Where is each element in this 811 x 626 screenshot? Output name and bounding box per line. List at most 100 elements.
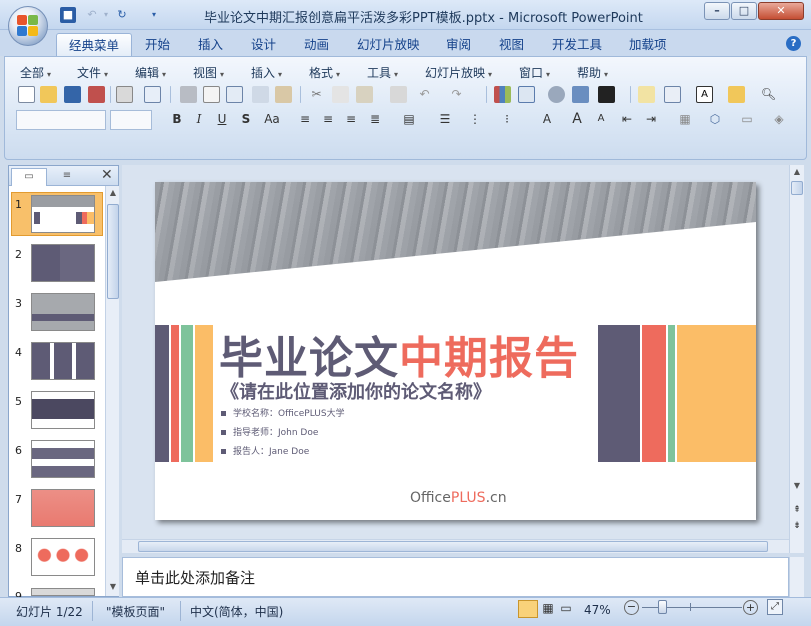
info-advisor[interactable]: 指导老师：John Doe <box>221 425 318 438</box>
slide-canvas[interactable]: 毕业论文中期报告 《请在此位置添加你的论文名称》 学校名称：OfficePLUS… <box>155 182 756 520</box>
font-color-icon[interactable]: A <box>538 110 556 128</box>
tab-addins[interactable]: 加载项 <box>617 33 679 56</box>
folder-icon[interactable] <box>728 86 745 103</box>
menu-tools[interactable]: 工具 ▾ <box>367 64 398 81</box>
notes-scrollbar[interactable] <box>789 557 804 597</box>
info-reporter[interactable]: 报告人：Jane Doe <box>221 444 309 457</box>
cut-icon[interactable]: ✂ <box>308 86 325 103</box>
align-left-icon[interactable]: ≡ <box>296 110 314 128</box>
research-icon[interactable] <box>275 86 292 103</box>
change-case-button[interactable]: Aa <box>260 110 284 128</box>
redo-icon[interactable]: ↻ <box>114 7 130 23</box>
close-panel-icon[interactable]: ✕ <box>101 167 113 183</box>
scroll-up-icon[interactable]: ▲ <box>791 167 803 179</box>
tab-developer[interactable]: 开发工具 <box>540 33 614 56</box>
copy-icon[interactable] <box>332 86 349 103</box>
tab-classic-menu[interactable]: 经典菜单 <box>56 33 133 56</box>
office-button[interactable] <box>8 6 48 46</box>
underline-button[interactable]: U <box>213 110 231 128</box>
close-button[interactable]: ✕ <box>758 2 804 20</box>
menu-slideshow[interactable]: 幻灯片放映 ▾ <box>425 64 492 81</box>
menu-view[interactable]: 视图 ▾ <box>193 64 224 81</box>
scroll-thumb[interactable] <box>138 541 768 552</box>
shapes-icon[interactable]: ⬡ <box>706 110 724 128</box>
print-preview-icon[interactable] <box>116 86 133 103</box>
slideshow-view-icon[interactable]: ▭ <box>558 601 574 617</box>
find-icon[interactable]: 🔍︎ <box>760 86 777 103</box>
shrink-font-button[interactable]: A <box>592 110 610 128</box>
maximize-button[interactable]: □ <box>731 2 757 20</box>
open-icon[interactable] <box>40 86 57 103</box>
arrange-icon[interactable]: ▦ <box>676 110 694 128</box>
decrease-indent-icon[interactable]: ⇤ <box>618 110 636 128</box>
format-painter-icon[interactable] <box>390 86 407 103</box>
fill-color-icon[interactable] <box>598 86 615 103</box>
help-icon[interactable]: ? <box>786 36 801 51</box>
menu-file[interactable]: 文件 ▾ <box>77 64 108 81</box>
slide-title[interactable]: 毕业论文中期报告 <box>219 322 579 386</box>
zoom-slider-thumb[interactable] <box>658 600 667 614</box>
font-size-select[interactable] <box>110 110 152 130</box>
layout-icon[interactable] <box>226 86 243 103</box>
menu-all[interactable]: 全部 ▾ <box>20 64 51 81</box>
paste-icon[interactable] <box>356 86 373 103</box>
line-spacing-icon[interactable]: ☰ <box>436 110 454 128</box>
zoom-out-icon[interactable]: − <box>624 600 639 615</box>
new-slide-icon[interactable] <box>638 86 655 103</box>
menu-help[interactable]: 帮助 ▾ <box>577 64 608 81</box>
print-icon[interactable] <box>180 86 197 103</box>
tab-design[interactable]: 设计 <box>239 33 288 56</box>
scroll-down-icon[interactable]: ▼ <box>107 582 119 594</box>
notes-pane[interactable]: 单击此处添加备注 <box>122 557 789 597</box>
undo-dropdown-icon[interactable]: ▾ <box>98 7 114 23</box>
vertical-scrollbar[interactable]: ▲ ▼ ⇞ ⇟ <box>789 165 804 553</box>
italic-button[interactable]: I <box>190 110 208 128</box>
scroll-thumb[interactable] <box>791 181 803 195</box>
menu-insert[interactable]: 插入 ▾ <box>251 64 282 81</box>
normal-view-icon[interactable] <box>518 600 538 618</box>
slide-subtitle[interactable]: 《请在此位置添加你的论文名称》 <box>221 378 491 404</box>
text-shadow-button[interactable]: S <box>237 110 255 128</box>
pdf-icon[interactable] <box>88 86 105 103</box>
tab-insert[interactable]: 插入 <box>186 33 235 56</box>
text-box-icon[interactable]: A <box>696 86 713 103</box>
tab-view[interactable]: 视图 <box>487 33 536 56</box>
zoom-level[interactable]: 47% <box>584 603 611 617</box>
customize-toolbar-icon[interactable]: ▾ <box>146 7 162 23</box>
align-right-icon[interactable]: ≡ <box>342 110 360 128</box>
preview-icon[interactable] <box>203 86 220 103</box>
spelling-icon[interactable] <box>252 86 269 103</box>
picture-icon[interactable] <box>572 86 589 103</box>
smartart-icon[interactable] <box>548 86 565 103</box>
numbering-icon[interactable]: ⋮ <box>466 110 484 128</box>
bold-button[interactable]: B <box>168 110 186 128</box>
increase-indent-icon[interactable]: ⇥ <box>642 110 660 128</box>
zoom-in-icon[interactable]: + <box>743 600 758 615</box>
grow-font-button[interactable]: A <box>568 110 586 128</box>
font-name-select[interactable] <box>16 110 106 130</box>
menu-window[interactable]: 窗口 ▾ <box>519 64 550 81</box>
scroll-down-icon[interactable]: ▼ <box>791 481 803 493</box>
tab-review[interactable]: 审阅 <box>434 33 483 56</box>
tab-slideshow[interactable]: 幻灯片放映 <box>345 33 432 56</box>
undo-toolbar-icon[interactable]: ↶ <box>416 86 433 103</box>
info-school[interactable]: 学校名称：OfficePLUS大学 <box>221 406 345 419</box>
table-icon[interactable] <box>518 86 535 103</box>
fit-to-window-icon[interactable]: ⤢ <box>767 599 783 615</box>
align-center-icon[interactable]: ≡ <box>319 110 337 128</box>
scroll-up-icon[interactable]: ▲ <box>107 188 119 200</box>
slide-layout-icon[interactable] <box>664 86 681 103</box>
minimize-button[interactable]: – <box>704 2 730 20</box>
language-indicator[interactable]: 中文(简体，中国) <box>190 603 283 620</box>
new-icon[interactable] <box>18 86 35 103</box>
save-toolbar-icon[interactable] <box>64 86 81 103</box>
outline-tab-icon[interactable]: ≡ <box>49 168 85 186</box>
tab-home[interactable]: 开始 <box>133 33 182 56</box>
justify-icon[interactable]: ≣ <box>366 110 384 128</box>
slide-sorter-icon[interactable]: ▦ <box>540 601 556 617</box>
horizontal-scrollbar[interactable] <box>122 539 789 553</box>
previous-slide-icon[interactable]: ⇞ <box>791 505 803 517</box>
columns-icon[interactable]: ▤ <box>400 110 418 128</box>
chart-icon[interactable] <box>494 86 511 103</box>
redo-toolbar-icon[interactable]: ↷ <box>448 86 465 103</box>
